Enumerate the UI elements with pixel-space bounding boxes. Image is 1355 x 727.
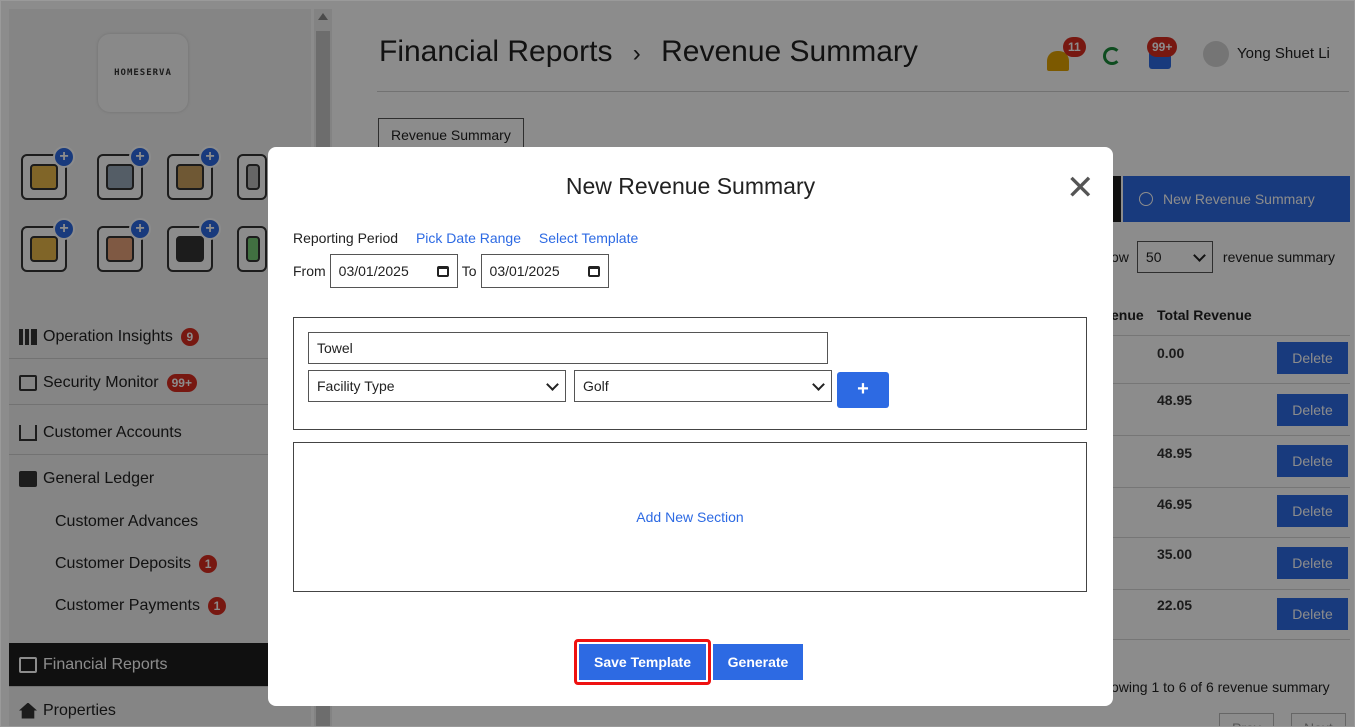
from-label: From (293, 263, 326, 279)
close-icon[interactable]: ✕ (1066, 171, 1095, 205)
from-date-value: 03/01/2025 (338, 263, 409, 279)
select-template-link[interactable]: Select Template (539, 230, 638, 246)
add-filter-button[interactable]: + (837, 372, 889, 408)
app-window: HOMESERVA + + + + + + Operation Insights… (0, 0, 1355, 727)
select-value: Facility Type (317, 378, 395, 394)
chevron-down-icon (812, 377, 825, 391)
filter-type-select[interactable]: Facility Type (308, 370, 566, 402)
dialog-title: New Revenue Summary (565, 173, 816, 199)
save-template-button[interactable]: Save Template (579, 644, 706, 680)
reporting-period-label: Reporting Period (293, 230, 399, 246)
date-range-row: From 03/01/2025 To 03/01/2025 (293, 254, 613, 288)
calendar-icon[interactable] (436, 265, 449, 277)
new-revenue-summary-dialog: New Revenue Summary ✕ Reporting Period P… (268, 147, 1113, 706)
reporting-period-row: Reporting Period Pick Date Range Select … (293, 230, 638, 246)
from-date-field[interactable]: 03/01/2025 (329, 254, 458, 288)
add-new-section-link[interactable]: Add New Section (294, 509, 1086, 525)
filter-value-select[interactable]: Golf (574, 370, 832, 402)
to-date-value: 03/01/2025 (489, 263, 560, 279)
calendar-icon[interactable] (587, 265, 600, 277)
chevron-down-icon (546, 377, 559, 391)
item-name-input[interactable]: Towel (308, 332, 828, 364)
select-value: Golf (583, 378, 609, 394)
to-label: To (461, 263, 477, 279)
to-date-field[interactable]: 03/01/2025 (480, 254, 609, 288)
pick-date-range-link[interactable]: Pick Date Range (416, 230, 521, 246)
generate-button[interactable]: Generate (713, 644, 803, 680)
add-section-area[interactable]: Add New Section (293, 442, 1087, 592)
section-editor: Towel Facility Type Golf + (293, 317, 1087, 430)
